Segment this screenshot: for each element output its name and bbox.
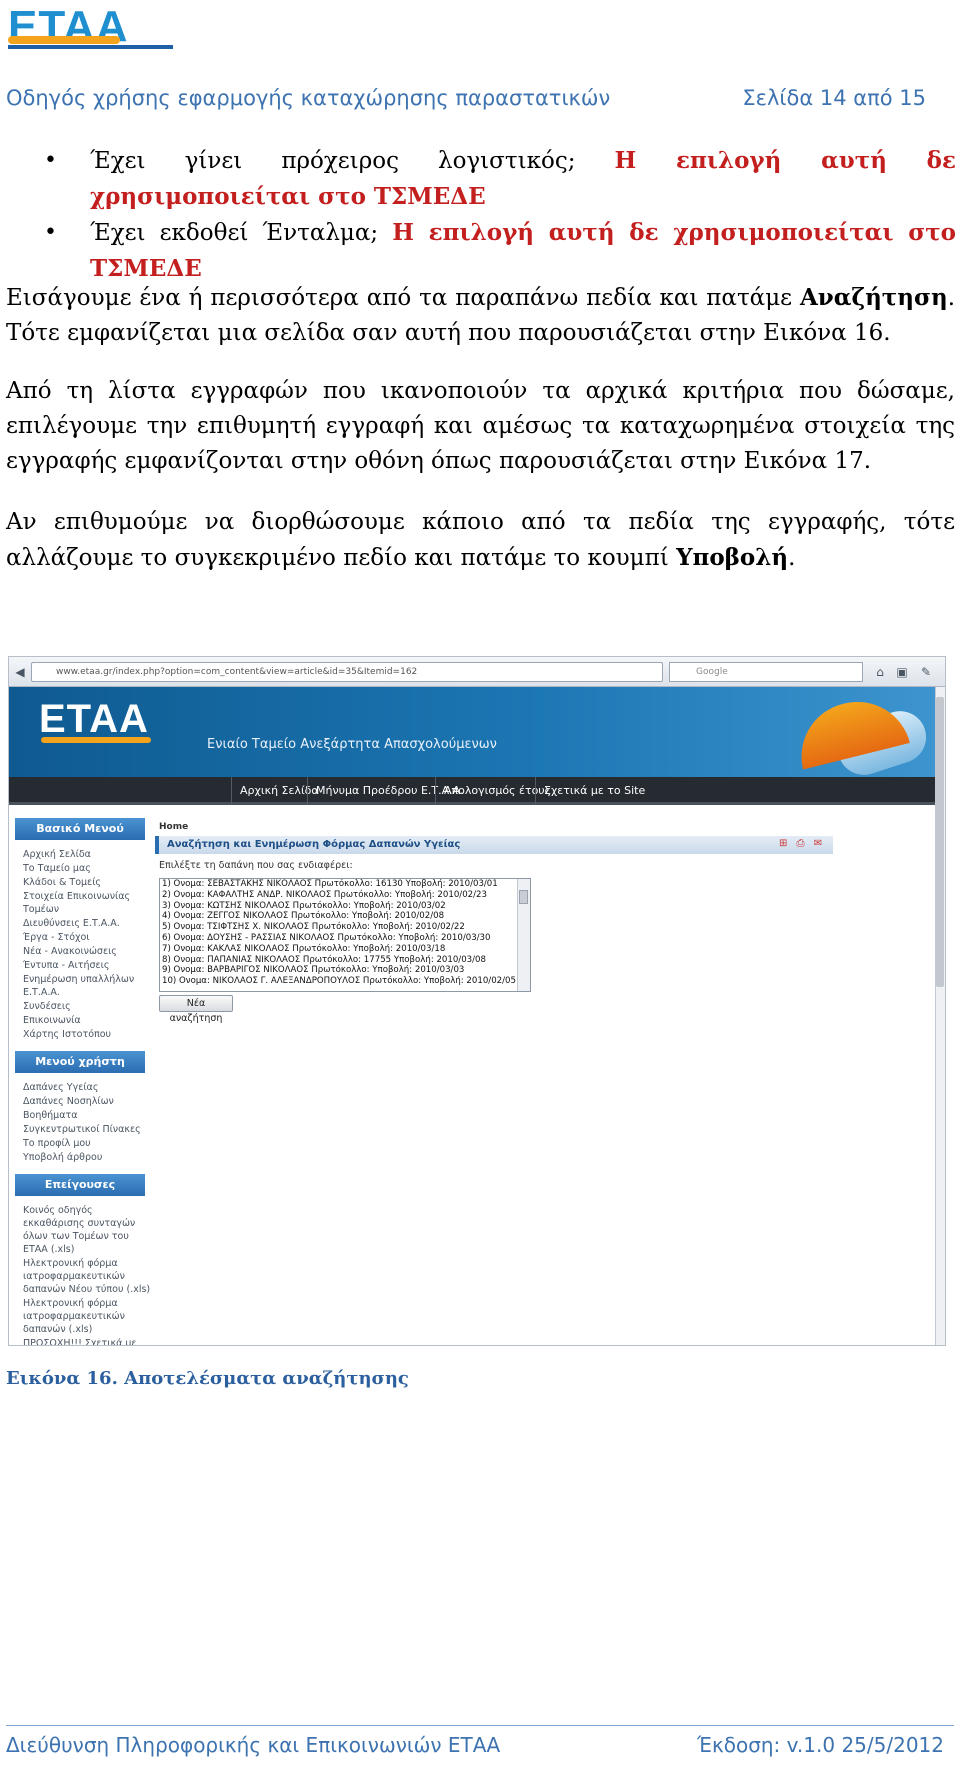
paragraph-text: Εισάγουμε ένα ή περισσότερα από τα παραπ… [6, 285, 800, 311]
user-menu-item[interactable]: Υποβολή άρθρου [23, 1151, 151, 1164]
result-item[interactable]: 3) Ονομα: ΚΩΤΣΗΣ ΝΙΚΟΛΑΟΣ Πρωτόκολλο: Υπ… [160, 901, 530, 912]
main-menu-item[interactable]: Έντυπα - Αιτήσεις [23, 959, 151, 972]
main-menu-item[interactable]: Νέα - Ανακοινώσεις [23, 945, 151, 958]
document-title: Οδηγός χρήσης εφαρμογής καταχώρησης παρα… [6, 86, 611, 110]
results-scrollbar-thumb[interactable] [519, 890, 528, 904]
results-listbox[interactable]: 1) Ονομα: ΣΕΒΑΣΤΑΚΗΣ ΝΙΚΟΛΑΟΣ Πρωτόκολλο… [159, 878, 531, 992]
address-bar[interactable]: www.etaa.gr/index.php?option=com_content… [31, 662, 663, 682]
browser-toolbar: ◀ www.etaa.gr/index.php?option=com_conte… [9, 657, 945, 687]
main-menu: Αρχική Σελίδα Το Ταμείο μας Κλάδοι & Τομ… [9, 848, 151, 1041]
select-prompt: Επιλέξτε τη δαπάνη που σας ενδιαφέρει: [159, 860, 353, 871]
site-top-nav: Αρχική Σελίδα Μήνυμα Προέδρου Ε.Τ.Α.Α. Α… [9, 777, 945, 805]
user-menu-header: Μενού χρήστη [15, 1051, 145, 1073]
paragraph-submit: Αν επιθυμούμε να διορθώσουμε κάποιο από … [6, 505, 955, 576]
logo-orange-swoosh [8, 36, 120, 44]
result-item[interactable]: 1) Ονομα: ΣΕΒΑΣΤΑΚΗΣ ΝΙΚΟΛΑΟΣ Πρωτόκολλο… [160, 879, 530, 890]
bold-search-term: Αναζήτηση [799, 284, 948, 311]
bullet-text: Έχει γίνει πρόχειρος λογιστικός; [90, 148, 615, 174]
result-item[interactable]: 5) Ονομα: ΤΣΙΦΤΣΗΣ Χ. ΝΙΚΟΛΑΟΣ Πρωτόκολλ… [160, 922, 530, 933]
content-title: Αναζήτηση και Ενημέρωση Φόρμας Δαπανών Υ… [155, 836, 833, 854]
bookmarks-icon[interactable]: ▣ [893, 663, 911, 681]
banner-logo-swoosh [41, 737, 151, 743]
user-menu-item[interactable]: Δαπάνες Νοσηλίων [23, 1095, 151, 1108]
main-menu-header: Βασικό Μενού [15, 818, 145, 840]
banner-logo: ΕΤΑΑ [39, 697, 149, 741]
logo-blue-line [8, 45, 173, 49]
bullet-text: Έχει εκδοθεί Ένταλμα; [90, 220, 393, 246]
bullet-item: Έχει γίνει πρόχειρος λογιστικός; Η επιλο… [44, 143, 956, 215]
user-menu-item[interactable]: Βοηθήματα [23, 1109, 151, 1122]
figure-screenshot: ◀ www.etaa.gr/index.php?option=com_conte… [8, 656, 946, 1346]
tools-icon[interactable]: ✎ [917, 663, 935, 681]
result-item[interactable]: 7) Ονομα: ΚΑΚΛΑΣ ΝΙΚΟΛΑΟΣ Πρωτόκολλο: Υπ… [160, 944, 530, 955]
etaa-logo: ΕΤΑΑ [8, 2, 173, 52]
main-menu-item[interactable]: Επικοινωνία [23, 1014, 151, 1027]
result-item[interactable]: 9) Ονομα: ΒΑΡΒΑΡΙΓΟΣ ΝΙΚΟΛΑΟΣ Πρωτόκολλο… [160, 965, 530, 976]
main-menu-item[interactable]: Αρχική Σελίδα [23, 848, 151, 861]
page-scrollbar-thumb[interactable] [936, 697, 944, 987]
announcement-link[interactable]: Ηλεκτρονική φόρμα ιατροφαρμακευτικών δαπ… [23, 1257, 151, 1296]
page-number: Σελίδα 14 από 15 [742, 86, 926, 110]
back-arrow-icon[interactable]: ◀ [11, 663, 29, 681]
paragraph-select: Από τη λίστα εγγραφών που ικανοποιούν τα… [6, 378, 955, 474]
main-menu-item[interactable]: Κλάδοι & Τομείς [23, 876, 151, 889]
figure-caption: Εικόνα 16. Αποτελέσματα αναζήτησης [6, 1368, 409, 1389]
urgent-announcements: Κοινός οδηγός εκκαθάρισης συνταγών όλων … [9, 1204, 151, 1345]
main-menu-item[interactable]: Ενημέρωση υπαλλήλων Ε.Τ.Α.Α. [23, 973, 151, 999]
site-content: Home Αναζήτηση και Ενημέρωση Φόρμας Δαπα… [155, 808, 927, 1345]
user-menu-item[interactable]: Συγκεντρωτικοί Πίνακες [23, 1123, 151, 1136]
main-menu-item[interactable]: Διευθύνσεις Ε.Τ.Α.Α. [23, 917, 151, 930]
user-menu-item[interactable]: Το προφίλ μου [23, 1137, 151, 1150]
main-menu-item[interactable]: Χάρτης Ιστοτόπου [23, 1028, 151, 1041]
announcement-link[interactable]: ΠΡΟΣΟΧΗ!!! Σχετικά με [23, 1337, 151, 1345]
user-menu: Δαπάνες Υγείας Δαπάνες Νοσηλίων Βοηθήματ… [9, 1081, 151, 1164]
user-menu-item[interactable]: Δαπάνες Υγείας [23, 1081, 151, 1094]
new-search-button[interactable]: Νέα αναζήτηση [159, 995, 233, 1024]
breadcrumb[interactable]: Home [159, 822, 188, 832]
urgent-announcements-header: Επείγουσες Ανακοινώσεις [15, 1174, 145, 1213]
bullet-item: Έχει εκδοθεί Ένταλμα; Η επιλογή αυτή δε … [44, 215, 956, 287]
home-icon[interactable]: ⌂ [871, 663, 889, 681]
announcement-link[interactable]: Κοινός οδηγός εκκαθάρισης συνταγών όλων … [23, 1204, 151, 1256]
footer-divider [6, 1725, 954, 1726]
paragraph-text: Αν επιθυμούμε να διορθώσουμε κάποιο από … [6, 509, 955, 571]
result-item[interactable]: 8) Ονομα: ΠΑΠΑΝΙΑΣ ΝΙΚΟΛΑΟΣ Πρωτόκολλο: … [160, 955, 530, 966]
result-item[interactable]: 2) Ονομα: ΚΑΦΑΛΤΗΣ ΑΝΔΡ. ΝΙΚΟΛΑΟΣ Πρωτόκ… [160, 890, 530, 901]
pdf-print-email-icons[interactable]: ⊞ ⎙ ✉ [779, 838, 825, 849]
main-menu-item[interactable]: Το Ταμείο μας [23, 862, 151, 875]
bold-submit-term: Υποβολή [676, 544, 789, 571]
footer-version: Έκδοση: v.1.0 25/5/2012 [697, 1733, 944, 1757]
site-sidebar: Βασικό Μενού Αρχική Σελίδα Το Ταμείο μας… [9, 808, 151, 1345]
result-item[interactable]: 10) Ονομα: ΝΙΚΟΛΑΟΣ Γ. ΑΛΕΞΑΝΔΡΟΠΟΥΛΟΣ Π… [160, 976, 530, 987]
result-item[interactable]: 6) Ονομα: ΔΟΥΣΗΣ - ΡΑΣΣΙΑΣ ΝΙΚΟΛΑΟΣ Πρωτ… [160, 933, 530, 944]
paragraph-text: . [788, 545, 796, 571]
site-banner: ΕΤΑΑ Ενιαίο Ταμείο Ανεξάρτητα Απασχολούμ… [9, 687, 945, 777]
footer-department: Διεύθυνση Πληροφορικής και Επικοινωνιών … [6, 1733, 501, 1757]
main-menu-item[interactable]: Έργα - Στόχοι [23, 931, 151, 944]
browser-search-box[interactable]: Google [669, 662, 863, 682]
result-item[interactable]: 4) Ονομα: ΖΕΓΓΟΣ ΝΙΚΟΛΑΟΣ Πρωτόκολλο: Υπ… [160, 911, 530, 922]
main-menu-item[interactable]: Στοιχεία Επικοινωνίας Τομέων [23, 890, 151, 916]
main-menu-item[interactable]: Συνδέσεις [23, 1000, 151, 1013]
announcement-link[interactable]: Ηλεκτρονική φόρμα ιατροφαρμακευτικών δαπ… [23, 1297, 151, 1336]
bullet-list: Έχει γίνει πρόχειρος λογιστικός; Η επιλο… [44, 143, 956, 287]
paragraph-search: Εισάγουμε ένα ή περισσότερα από τα παραπ… [6, 280, 955, 351]
nav-about-site[interactable]: Σχετικά με το Site [535, 777, 653, 805]
banner-tagline: Ενιαίο Ταμείο Ανεξάρτητα Απασχολούμενων [207, 737, 497, 752]
